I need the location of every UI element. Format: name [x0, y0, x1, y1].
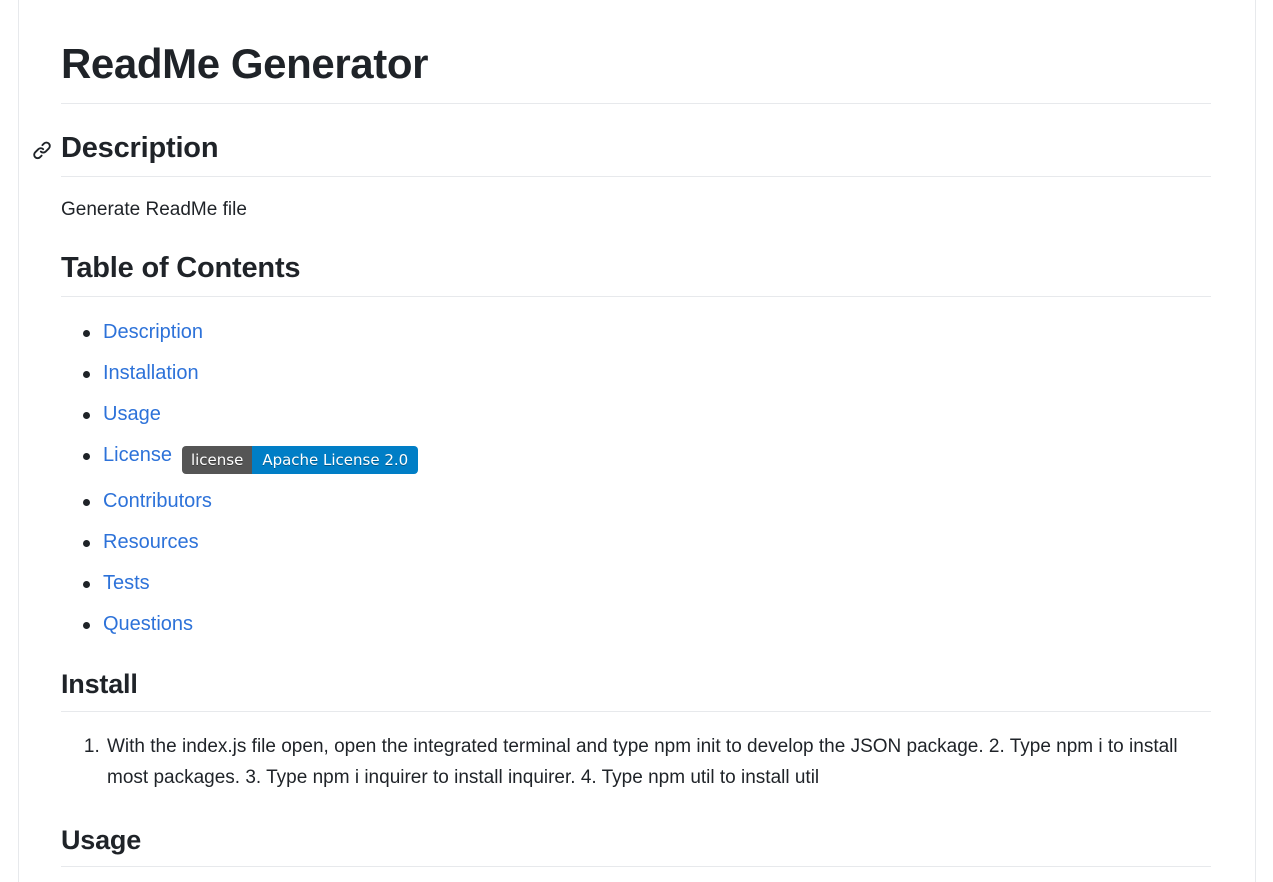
section-heading-usage: Usage	[61, 824, 1211, 868]
list-item: Resources	[83, 529, 1211, 556]
toc-link-questions[interactable]: Questions	[103, 613, 193, 635]
list-item: Description	[83, 319, 1211, 346]
section-heading-install: Install	[61, 668, 1211, 713]
toc-link-installation[interactable]: Installation	[103, 362, 199, 384]
section-heading-table-of-contents: Table of Contents	[61, 250, 1211, 298]
section-heading-description-label: Description	[61, 131, 219, 164]
page-title: ReadMe Generator	[61, 38, 1211, 104]
status-badge-license[interactable]: license Apache License 2.0	[181, 446, 419, 475]
list-item: License license Apache License 2.0	[83, 442, 1211, 475]
list-item: Tests	[83, 570, 1211, 597]
section-heading-description: Description	[33, 130, 1211, 177]
toc-link-resources[interactable]: Resources	[103, 531, 199, 553]
install-steps-list: With the index.js file open, open the in…	[61, 732, 1211, 794]
readme-preview-frame: ReadMe Generator Description Generate Re…	[18, 0, 1256, 882]
list-item: Installation	[83, 360, 1211, 387]
status-badge-label: license	[181, 446, 253, 475]
list-item: With the index.js file open, open the in…	[105, 732, 1211, 794]
toc-link-usage[interactable]: Usage	[103, 403, 161, 425]
toc-link-contributors[interactable]: Contributors	[103, 490, 212, 512]
list-item: Usage	[83, 401, 1211, 428]
toc-link-description[interactable]: Description	[103, 321, 203, 343]
list-item: Questions	[83, 611, 1211, 638]
readme-content: ReadMe Generator Description Generate Re…	[19, 0, 1255, 868]
toc-link-license[interactable]: License	[103, 444, 172, 466]
status-badge-value: Apache License 2.0	[252, 446, 419, 475]
list-item: Contributors	[83, 488, 1211, 515]
description-paragraph: Generate ReadMe file	[61, 198, 247, 220]
table-of-contents-list: Description Installation Usage License li…	[61, 319, 1211, 638]
toc-link-tests[interactable]: Tests	[103, 572, 150, 594]
link-icon[interactable]	[31, 139, 53, 161]
